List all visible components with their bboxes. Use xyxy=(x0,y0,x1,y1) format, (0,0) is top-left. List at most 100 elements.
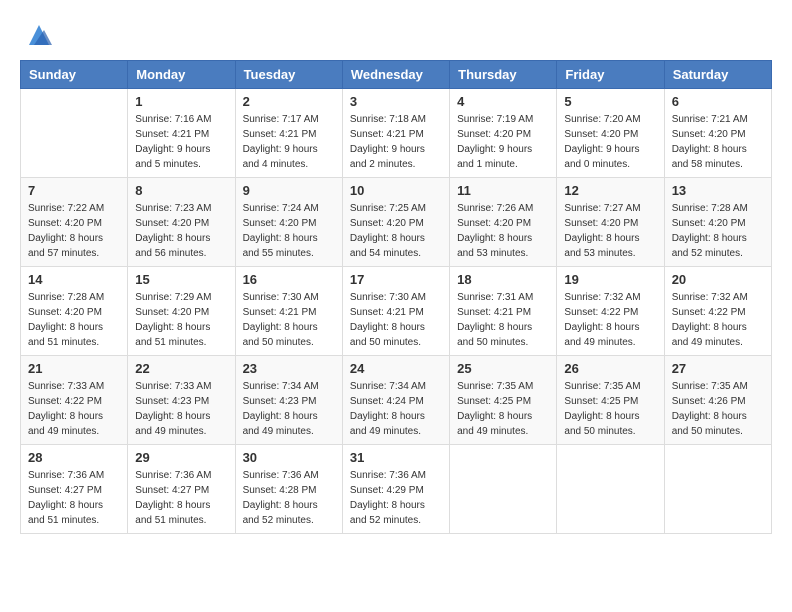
day-of-week-header: Sunday xyxy=(21,61,128,89)
day-number: 13 xyxy=(672,183,764,198)
day-number: 23 xyxy=(243,361,335,376)
day-info: Sunrise: 7:36 AM Sunset: 4:27 PM Dayligh… xyxy=(135,468,227,528)
day-info: Sunrise: 7:33 AM Sunset: 4:22 PM Dayligh… xyxy=(28,379,120,439)
calendar-day-cell: 1 Sunrise: 7:16 AM Sunset: 4:21 PM Dayli… xyxy=(128,89,235,178)
day-info: Sunrise: 7:23 AM Sunset: 4:20 PM Dayligh… xyxy=(135,201,227,261)
day-number: 24 xyxy=(350,361,442,376)
day-info: Sunrise: 7:16 AM Sunset: 4:21 PM Dayligh… xyxy=(135,112,227,172)
day-info: Sunrise: 7:30 AM Sunset: 4:21 PM Dayligh… xyxy=(243,290,335,350)
calendar-day-cell: 21 Sunrise: 7:33 AM Sunset: 4:22 PM Dayl… xyxy=(21,356,128,445)
calendar-day-cell: 18 Sunrise: 7:31 AM Sunset: 4:21 PM Dayl… xyxy=(450,267,557,356)
day-info: Sunrise: 7:28 AM Sunset: 4:20 PM Dayligh… xyxy=(28,290,120,350)
day-info: Sunrise: 7:32 AM Sunset: 4:22 PM Dayligh… xyxy=(672,290,764,350)
day-info: Sunrise: 7:32 AM Sunset: 4:22 PM Dayligh… xyxy=(564,290,656,350)
day-number: 25 xyxy=(457,361,549,376)
day-number: 8 xyxy=(135,183,227,198)
day-info: Sunrise: 7:19 AM Sunset: 4:20 PM Dayligh… xyxy=(457,112,549,172)
day-info: Sunrise: 7:17 AM Sunset: 4:21 PM Dayligh… xyxy=(243,112,335,172)
day-info: Sunrise: 7:20 AM Sunset: 4:20 PM Dayligh… xyxy=(564,112,656,172)
day-info: Sunrise: 7:34 AM Sunset: 4:23 PM Dayligh… xyxy=(243,379,335,439)
page-header xyxy=(20,20,772,50)
calendar-day-cell: 31 Sunrise: 7:36 AM Sunset: 4:29 PM Dayl… xyxy=(342,445,449,534)
day-number: 2 xyxy=(243,94,335,109)
calendar-day-cell: 5 Sunrise: 7:20 AM Sunset: 4:20 PM Dayli… xyxy=(557,89,664,178)
calendar-week-row: 28 Sunrise: 7:36 AM Sunset: 4:27 PM Dayl… xyxy=(21,445,772,534)
calendar-day-cell: 6 Sunrise: 7:21 AM Sunset: 4:20 PM Dayli… xyxy=(664,89,771,178)
day-info: Sunrise: 7:35 AM Sunset: 4:25 PM Dayligh… xyxy=(564,379,656,439)
day-info: Sunrise: 7:29 AM Sunset: 4:20 PM Dayligh… xyxy=(135,290,227,350)
calendar-day-cell: 7 Sunrise: 7:22 AM Sunset: 4:20 PM Dayli… xyxy=(21,178,128,267)
calendar-day-cell: 12 Sunrise: 7:27 AM Sunset: 4:20 PM Dayl… xyxy=(557,178,664,267)
calendar-header-row: SundayMondayTuesdayWednesdayThursdayFrid… xyxy=(21,61,772,89)
day-of-week-header: Saturday xyxy=(664,61,771,89)
calendar-day-cell: 14 Sunrise: 7:28 AM Sunset: 4:20 PM Dayl… xyxy=(21,267,128,356)
logo xyxy=(20,20,54,50)
day-info: Sunrise: 7:36 AM Sunset: 4:28 PM Dayligh… xyxy=(243,468,335,528)
day-number: 4 xyxy=(457,94,549,109)
calendar-day-cell: 2 Sunrise: 7:17 AM Sunset: 4:21 PM Dayli… xyxy=(235,89,342,178)
day-info: Sunrise: 7:26 AM Sunset: 4:20 PM Dayligh… xyxy=(457,201,549,261)
calendar-day-cell: 29 Sunrise: 7:36 AM Sunset: 4:27 PM Dayl… xyxy=(128,445,235,534)
day-number: 31 xyxy=(350,450,442,465)
day-number: 16 xyxy=(243,272,335,287)
calendar-day-cell xyxy=(21,89,128,178)
day-info: Sunrise: 7:24 AM Sunset: 4:20 PM Dayligh… xyxy=(243,201,335,261)
day-info: Sunrise: 7:25 AM Sunset: 4:20 PM Dayligh… xyxy=(350,201,442,261)
day-info: Sunrise: 7:33 AM Sunset: 4:23 PM Dayligh… xyxy=(135,379,227,439)
calendar-day-cell: 15 Sunrise: 7:29 AM Sunset: 4:20 PM Dayl… xyxy=(128,267,235,356)
day-info: Sunrise: 7:30 AM Sunset: 4:21 PM Dayligh… xyxy=(350,290,442,350)
calendar-week-row: 14 Sunrise: 7:28 AM Sunset: 4:20 PM Dayl… xyxy=(21,267,772,356)
calendar-week-row: 1 Sunrise: 7:16 AM Sunset: 4:21 PM Dayli… xyxy=(21,89,772,178)
calendar-day-cell: 13 Sunrise: 7:28 AM Sunset: 4:20 PM Dayl… xyxy=(664,178,771,267)
day-info: Sunrise: 7:18 AM Sunset: 4:21 PM Dayligh… xyxy=(350,112,442,172)
calendar-day-cell xyxy=(664,445,771,534)
calendar-day-cell: 22 Sunrise: 7:33 AM Sunset: 4:23 PM Dayl… xyxy=(128,356,235,445)
calendar-table: SundayMondayTuesdayWednesdayThursdayFrid… xyxy=(20,60,772,534)
day-number: 1 xyxy=(135,94,227,109)
calendar-day-cell: 9 Sunrise: 7:24 AM Sunset: 4:20 PM Dayli… xyxy=(235,178,342,267)
calendar-day-cell: 4 Sunrise: 7:19 AM Sunset: 4:20 PM Dayli… xyxy=(450,89,557,178)
calendar-day-cell: 30 Sunrise: 7:36 AM Sunset: 4:28 PM Dayl… xyxy=(235,445,342,534)
calendar-day-cell xyxy=(450,445,557,534)
day-number: 10 xyxy=(350,183,442,198)
calendar-day-cell: 19 Sunrise: 7:32 AM Sunset: 4:22 PM Dayl… xyxy=(557,267,664,356)
calendar-day-cell: 23 Sunrise: 7:34 AM Sunset: 4:23 PM Dayl… xyxy=(235,356,342,445)
day-number: 15 xyxy=(135,272,227,287)
day-info: Sunrise: 7:36 AM Sunset: 4:27 PM Dayligh… xyxy=(28,468,120,528)
day-number: 22 xyxy=(135,361,227,376)
day-number: 3 xyxy=(350,94,442,109)
day-number: 17 xyxy=(350,272,442,287)
calendar-day-cell xyxy=(557,445,664,534)
day-info: Sunrise: 7:35 AM Sunset: 4:26 PM Dayligh… xyxy=(672,379,764,439)
calendar-day-cell: 20 Sunrise: 7:32 AM Sunset: 4:22 PM Dayl… xyxy=(664,267,771,356)
day-number: 21 xyxy=(28,361,120,376)
calendar-day-cell: 24 Sunrise: 7:34 AM Sunset: 4:24 PM Dayl… xyxy=(342,356,449,445)
day-of-week-header: Thursday xyxy=(450,61,557,89)
day-of-week-header: Monday xyxy=(128,61,235,89)
day-number: 14 xyxy=(28,272,120,287)
day-number: 30 xyxy=(243,450,335,465)
day-info: Sunrise: 7:36 AM Sunset: 4:29 PM Dayligh… xyxy=(350,468,442,528)
logo-icon xyxy=(24,20,54,50)
calendar-week-row: 7 Sunrise: 7:22 AM Sunset: 4:20 PM Dayli… xyxy=(21,178,772,267)
day-number: 9 xyxy=(243,183,335,198)
calendar-day-cell: 10 Sunrise: 7:25 AM Sunset: 4:20 PM Dayl… xyxy=(342,178,449,267)
day-number: 7 xyxy=(28,183,120,198)
calendar-day-cell: 27 Sunrise: 7:35 AM Sunset: 4:26 PM Dayl… xyxy=(664,356,771,445)
calendar-day-cell: 11 Sunrise: 7:26 AM Sunset: 4:20 PM Dayl… xyxy=(450,178,557,267)
day-info: Sunrise: 7:21 AM Sunset: 4:20 PM Dayligh… xyxy=(672,112,764,172)
day-number: 26 xyxy=(564,361,656,376)
day-info: Sunrise: 7:27 AM Sunset: 4:20 PM Dayligh… xyxy=(564,201,656,261)
day-info: Sunrise: 7:34 AM Sunset: 4:24 PM Dayligh… xyxy=(350,379,442,439)
day-number: 6 xyxy=(672,94,764,109)
calendar-day-cell: 25 Sunrise: 7:35 AM Sunset: 4:25 PM Dayl… xyxy=(450,356,557,445)
day-info: Sunrise: 7:22 AM Sunset: 4:20 PM Dayligh… xyxy=(28,201,120,261)
day-number: 20 xyxy=(672,272,764,287)
day-number: 18 xyxy=(457,272,549,287)
day-number: 12 xyxy=(564,183,656,198)
day-info: Sunrise: 7:28 AM Sunset: 4:20 PM Dayligh… xyxy=(672,201,764,261)
day-number: 29 xyxy=(135,450,227,465)
calendar-day-cell: 17 Sunrise: 7:30 AM Sunset: 4:21 PM Dayl… xyxy=(342,267,449,356)
calendar-day-cell: 28 Sunrise: 7:36 AM Sunset: 4:27 PM Dayl… xyxy=(21,445,128,534)
day-of-week-header: Tuesday xyxy=(235,61,342,89)
